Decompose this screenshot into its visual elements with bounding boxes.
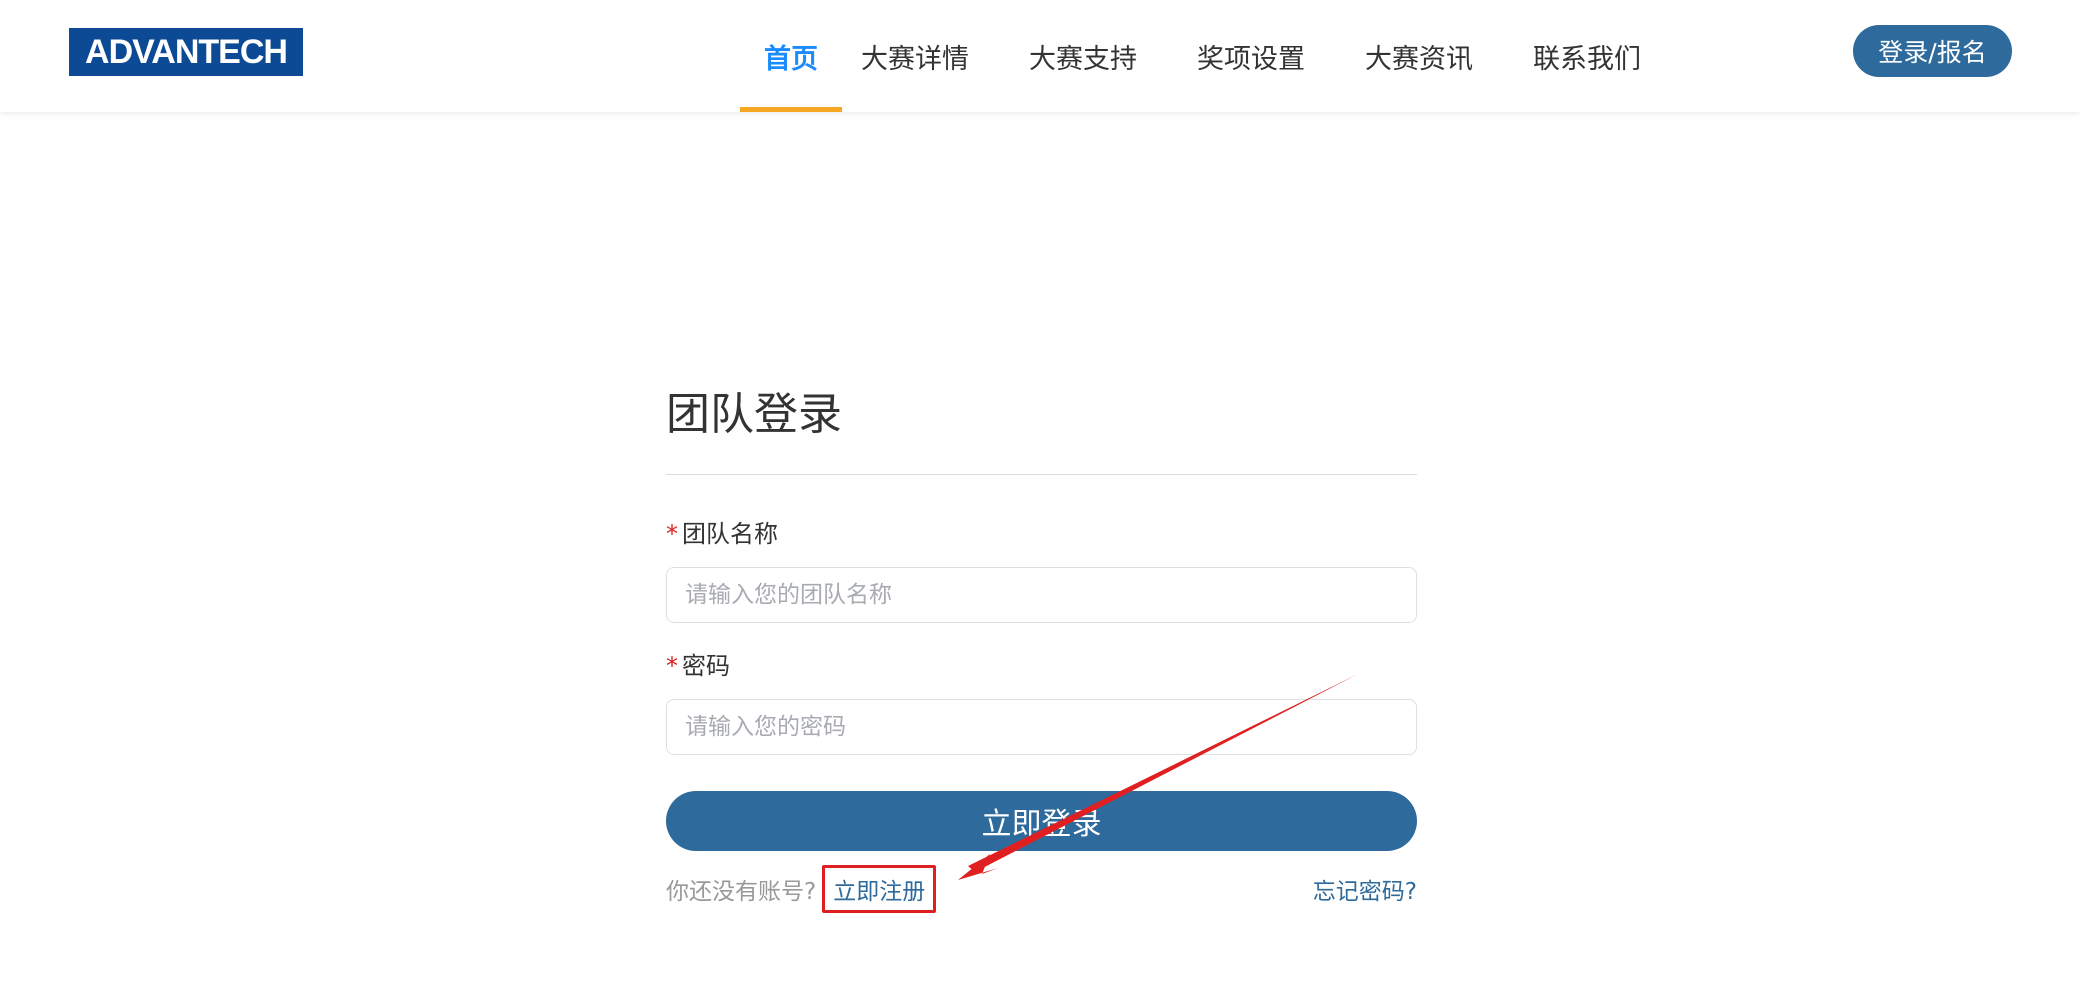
nav-item-details[interactable]: 大赛详情	[860, 0, 970, 112]
register-link[interactable]: 立即注册	[822, 865, 937, 913]
title-divider	[666, 474, 1417, 475]
team-name-label: * 团队名称	[666, 520, 778, 548]
login-register-button[interactable]: 登录/报名	[1853, 25, 2012, 77]
header: ADVANTECH 首页 大赛详情 大赛支持 奖项设置 大赛资讯 联系我们 登录…	[0, 0, 2080, 112]
nav-item-support[interactable]: 大赛支持	[1028, 0, 1138, 112]
advantech-logo[interactable]: ADVANTECH	[69, 28, 303, 76]
password-input[interactable]	[666, 699, 1417, 755]
page-title: 团队登录	[666, 389, 842, 440]
no-account-text: 你还没有账号?	[666, 879, 817, 905]
team-name-input[interactable]	[666, 567, 1417, 623]
register-prompt: 你还没有账号? 立即注册	[666, 865, 937, 913]
form-footer: 你还没有账号? 立即注册 忘记密码?	[666, 865, 1417, 913]
nav-item-contact[interactable]: 联系我们	[1532, 0, 1642, 112]
required-mark: *	[666, 520, 678, 548]
main-nav: 首页 大赛详情 大赛支持 奖项设置 大赛资讯 联系我们	[740, 0, 1642, 112]
logo-text: ADVANTECH	[85, 32, 288, 71]
nav-item-home[interactable]: 首页	[740, 0, 842, 112]
team-login-form: 团队登录 *团队名称 *密码 立即登录 你还没有账号? 立即注册 忘记密码?	[666, 380, 1417, 913]
nav-item-awards[interactable]: 奖项设置	[1196, 0, 1306, 112]
forgot-password-link[interactable]: 忘记密码?	[1313, 872, 1417, 906]
login-submit-button[interactable]: 立即登录	[666, 791, 1417, 851]
required-mark: *	[666, 652, 678, 680]
nav-item-news[interactable]: 大赛资讯	[1364, 0, 1474, 112]
password-label: * 密码	[666, 652, 730, 680]
